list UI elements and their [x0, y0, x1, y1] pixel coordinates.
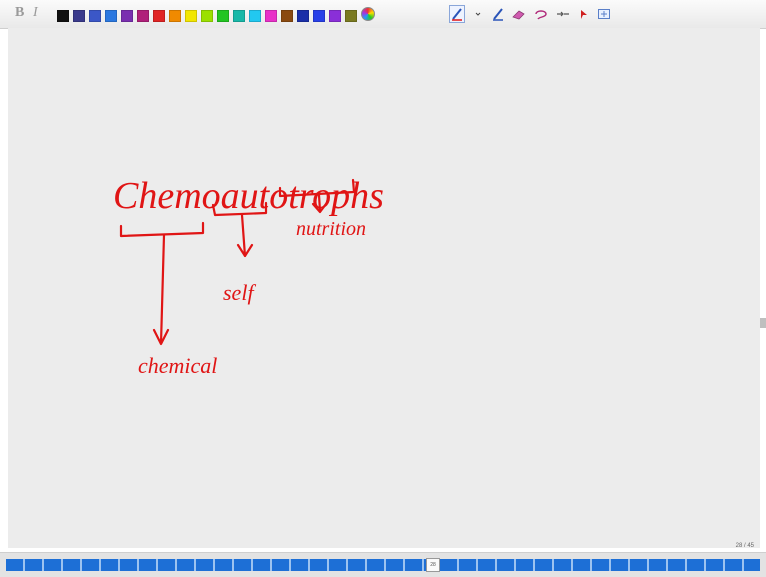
bold-button[interactable]: B [15, 5, 24, 21]
color-swatch-17[interactable] [313, 10, 325, 22]
color-swatch-13[interactable] [249, 10, 261, 22]
arrow-auto [236, 213, 254, 258]
palette-icon[interactable] [361, 7, 375, 21]
toolbar: B I [0, 0, 766, 29]
color-swatch-11[interactable] [217, 10, 229, 22]
color-swatch-5[interactable] [121, 10, 133, 22]
color-swatch-2[interactable] [73, 10, 85, 22]
chevron-down-icon[interactable] [471, 6, 485, 22]
color-swatch-19[interactable] [345, 10, 357, 22]
page-track-after[interactable] [440, 559, 760, 571]
color-swatch-15[interactable] [281, 10, 293, 22]
italic-button[interactable]: I [33, 5, 38, 21]
color-swatch-10[interactable] [201, 10, 213, 22]
page-counter: 28 / 45 [735, 543, 754, 549]
page-track-before[interactable] [6, 559, 426, 571]
color-swatch-9[interactable] [185, 10, 197, 22]
label-self: self [223, 280, 256, 305]
add-page-icon[interactable] [597, 6, 611, 22]
ink-layer: Chemoautotrophs nutrition self chemical [113, 175, 384, 378]
page-navigator: 28 [0, 552, 766, 577]
color-swatch-6[interactable] [137, 10, 149, 22]
label-chemical: chemical [138, 353, 217, 378]
color-swatch-1[interactable] [57, 10, 69, 22]
bracket-chemo [119, 221, 205, 238]
color-swatch-12[interactable] [233, 10, 245, 22]
pointer-icon[interactable] [577, 6, 591, 22]
whiteboard-canvas[interactable]: Chemoautotrophs nutrition self chemical [8, 28, 760, 548]
color-swatch-7[interactable] [153, 10, 165, 22]
current-page-thumb[interactable]: 28 [426, 558, 440, 572]
label-nutrition: nutrition [296, 218, 366, 240]
color-swatch-4[interactable] [105, 10, 117, 22]
highlighter-icon[interactable] [491, 6, 505, 22]
color-swatch-14[interactable] [265, 10, 277, 22]
pen-tool-icon[interactable] [449, 5, 465, 23]
word-chemoautotrophs: Chemoautotrophs [113, 175, 384, 217]
scroll-handle[interactable] [760, 318, 766, 328]
insert-space-icon[interactable] [555, 6, 571, 22]
color-swatches [57, 8, 361, 22]
arrow-chemo [152, 233, 170, 346]
eraser-icon[interactable] [511, 6, 527, 22]
color-swatch-18[interactable] [329, 10, 341, 22]
color-swatch-16[interactable] [297, 10, 309, 22]
color-swatch-3[interactable] [89, 10, 101, 22]
pen-tools [449, 4, 617, 24]
color-swatch-8[interactable] [169, 10, 181, 22]
lasso-icon[interactable] [533, 6, 549, 22]
